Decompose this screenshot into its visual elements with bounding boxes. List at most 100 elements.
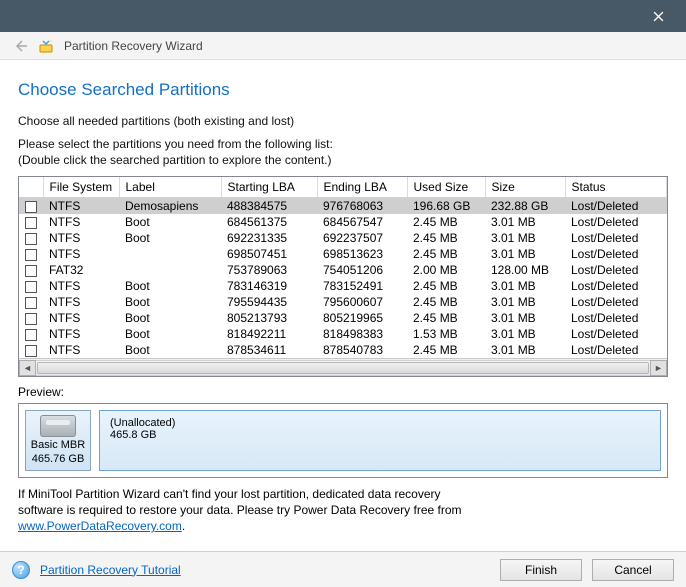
col-starting-lba[interactable]: Starting LBA	[221, 177, 317, 198]
table-row[interactable]: NTFSBoot6845613756845675472.45 MB3.01 MB…	[19, 214, 667, 230]
table-row[interactable]: NTFS6985074516985136232.45 MB3.01 MBLost…	[19, 246, 667, 262]
wizard-icon	[38, 38, 54, 54]
back-arrow-icon[interactable]	[12, 38, 28, 54]
preview-panel: Basic MBR 465.76 GB (Unallocated) 465.8 …	[18, 403, 668, 477]
help-icon[interactable]: ?	[12, 561, 30, 579]
cell-used: 196.68 GB	[407, 198, 485, 215]
cell-used: 2.45 MB	[407, 310, 485, 326]
cell-label: Boot	[119, 214, 221, 230]
wizard-title: Partition Recovery Wizard	[64, 39, 203, 53]
preview-disk[interactable]: Basic MBR 465.76 GB	[25, 410, 91, 470]
preview-label: Preview:	[18, 385, 668, 399]
col-checkbox[interactable]	[19, 177, 43, 198]
cell-fs: NTFS	[43, 230, 119, 246]
finish-button[interactable]: Finish	[500, 559, 582, 581]
scroll-right-button[interactable]: ►	[650, 360, 667, 376]
cell-size: 128.00 MB	[485, 262, 565, 278]
cell-label: Boot	[119, 278, 221, 294]
disk-icon	[40, 415, 76, 437]
cell-status: Lost/Deleted	[565, 230, 667, 246]
row-checkbox[interactable]	[25, 329, 37, 341]
row-checkbox[interactable]	[25, 233, 37, 245]
cell-fs: NTFS	[43, 310, 119, 326]
scroll-left-button[interactable]: ◄	[19, 360, 36, 376]
row-checkbox[interactable]	[25, 281, 37, 293]
row-checkbox[interactable]	[25, 297, 37, 309]
cell-status: Lost/Deleted	[565, 294, 667, 310]
table-row[interactable]: NTFSBoot6922313356922375072.45 MB3.01 MB…	[19, 230, 667, 246]
row-checkbox[interactable]	[25, 345, 37, 357]
cell-label	[119, 246, 221, 262]
cell-fs: NTFS	[43, 294, 119, 310]
cell-status: Lost/Deleted	[565, 198, 667, 215]
cell-elba: 805219965	[317, 310, 407, 326]
cancel-button[interactable]: Cancel	[592, 559, 674, 581]
col-filesystem[interactable]: File System	[43, 177, 119, 198]
cell-elba: 698513623	[317, 246, 407, 262]
cell-size: 3.01 MB	[485, 326, 565, 342]
close-icon	[653, 11, 664, 22]
cell-size: 3.01 MB	[485, 246, 565, 262]
scroll-track[interactable]	[36, 360, 650, 376]
table-row[interactable]: NTFSBoot7955944357956006072.45 MB3.01 MB…	[19, 294, 667, 310]
close-button[interactable]	[636, 1, 680, 31]
cell-used: 2.45 MB	[407, 294, 485, 310]
cell-size: 3.01 MB	[485, 214, 565, 230]
row-checkbox[interactable]	[25, 265, 37, 277]
row-checkbox[interactable]	[25, 249, 37, 261]
row-checkbox[interactable]	[25, 201, 37, 213]
row-checkbox[interactable]	[25, 217, 37, 229]
cell-label: Boot	[119, 342, 221, 358]
disk-size: 465.76 GB	[30, 453, 86, 466]
cell-size: 3.01 MB	[485, 342, 565, 358]
page-heading: Choose Searched Partitions	[18, 80, 668, 100]
tutorial-link[interactable]: Partition Recovery Tutorial	[40, 563, 181, 577]
cell-elba: 976768063	[317, 198, 407, 215]
table-row[interactable]: NTFSBoot8785346118785407832.45 MB3.01 MB…	[19, 342, 667, 358]
partition-table: File System Label Starting LBA Ending LB…	[18, 176, 668, 377]
scroll-thumb[interactable]	[37, 362, 649, 374]
note-line2: software is required to restore your dat…	[18, 503, 462, 517]
cell-size: 3.01 MB	[485, 310, 565, 326]
cell-fs: NTFS	[43, 214, 119, 230]
cell-elba: 783152491	[317, 278, 407, 294]
cell-size: 3.01 MB	[485, 230, 565, 246]
table-row[interactable]: FAT327537890637540512062.00 MB128.00 MBL…	[19, 262, 667, 278]
horizontal-scrollbar[interactable]: ◄ ►	[19, 358, 667, 376]
row-checkbox[interactable]	[25, 313, 37, 325]
cell-status: Lost/Deleted	[565, 214, 667, 230]
table-row[interactable]: NTFSBoot8052137938052199652.45 MB3.01 MB…	[19, 310, 667, 326]
cell-slba: 488384575	[221, 198, 317, 215]
cell-status: Lost/Deleted	[565, 262, 667, 278]
cell-fs: NTFS	[43, 326, 119, 342]
table-row[interactable]: NTFSBoot8184922118184983831.53 MB3.01 MB…	[19, 326, 667, 342]
page-subtitle: Choose all needed partitions (both exist…	[18, 114, 668, 128]
cell-slba: 698507451	[221, 246, 317, 262]
col-status[interactable]: Status	[565, 177, 667, 198]
footer-bar: ? Partition Recovery Tutorial Finish Can…	[0, 551, 686, 587]
cell-slba: 878534611	[221, 342, 317, 358]
note-line1: If MiniTool Partition Wizard can't find …	[18, 487, 441, 501]
col-ending-lba[interactable]: Ending LBA	[317, 177, 407, 198]
table-row[interactable]: NTFSDemosapiens488384575976768063196.68 …	[19, 198, 667, 215]
col-label[interactable]: Label	[119, 177, 221, 198]
cell-slba: 805213793	[221, 310, 317, 326]
cell-slba: 753789063	[221, 262, 317, 278]
cell-elba: 692237507	[317, 230, 407, 246]
cell-used: 2.00 MB	[407, 262, 485, 278]
cell-slba: 795594435	[221, 294, 317, 310]
col-used-size[interactable]: Used Size	[407, 177, 485, 198]
cell-elba: 684567547	[317, 214, 407, 230]
preview-partition[interactable]: (Unallocated) 465.8 GB	[99, 410, 661, 470]
instructions-line2: (Double click the searched partition to …	[18, 153, 332, 167]
cell-label	[119, 262, 221, 278]
cell-used: 2.45 MB	[407, 230, 485, 246]
table-row[interactable]: NTFSBoot7831463197831524912.45 MB3.01 MB…	[19, 278, 667, 294]
cell-fs: NTFS	[43, 246, 119, 262]
cell-used: 2.45 MB	[407, 278, 485, 294]
note-link[interactable]: www.PowerDataRecovery.com	[18, 519, 182, 533]
partition-label: (Unallocated)	[110, 417, 650, 429]
cell-fs: NTFS	[43, 198, 119, 215]
cell-status: Lost/Deleted	[565, 246, 667, 262]
col-size[interactable]: Size	[485, 177, 565, 198]
